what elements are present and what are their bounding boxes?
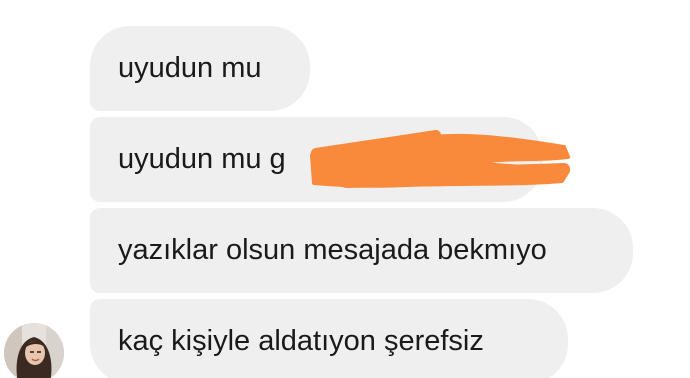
message-text: kaç kişiyle aldatıyon şerefsiz bbox=[118, 325, 484, 357]
message-bubble[interactable]: uyudun mu g bbox=[90, 117, 543, 202]
message-bubble[interactable]: uyudun mu bbox=[90, 26, 310, 111]
message-text: uyudun mu g bbox=[118, 143, 286, 175]
message-bubble[interactable]: kaç kişiyle aldatıyon şerefsiz bbox=[90, 299, 568, 378]
message-bubble[interactable]: yazıklar olsun mesajada bekmıyo bbox=[90, 208, 633, 293]
sender-avatar[interactable] bbox=[4, 323, 64, 378]
profile-photo-icon bbox=[4, 323, 64, 378]
message-thread: uyudun mu uyudun mu g yazıklar olsun mes… bbox=[0, 0, 690, 378]
message-text: uyudun mu bbox=[118, 52, 262, 84]
message-text: yazıklar olsun mesajada bekmıyo bbox=[118, 234, 547, 266]
